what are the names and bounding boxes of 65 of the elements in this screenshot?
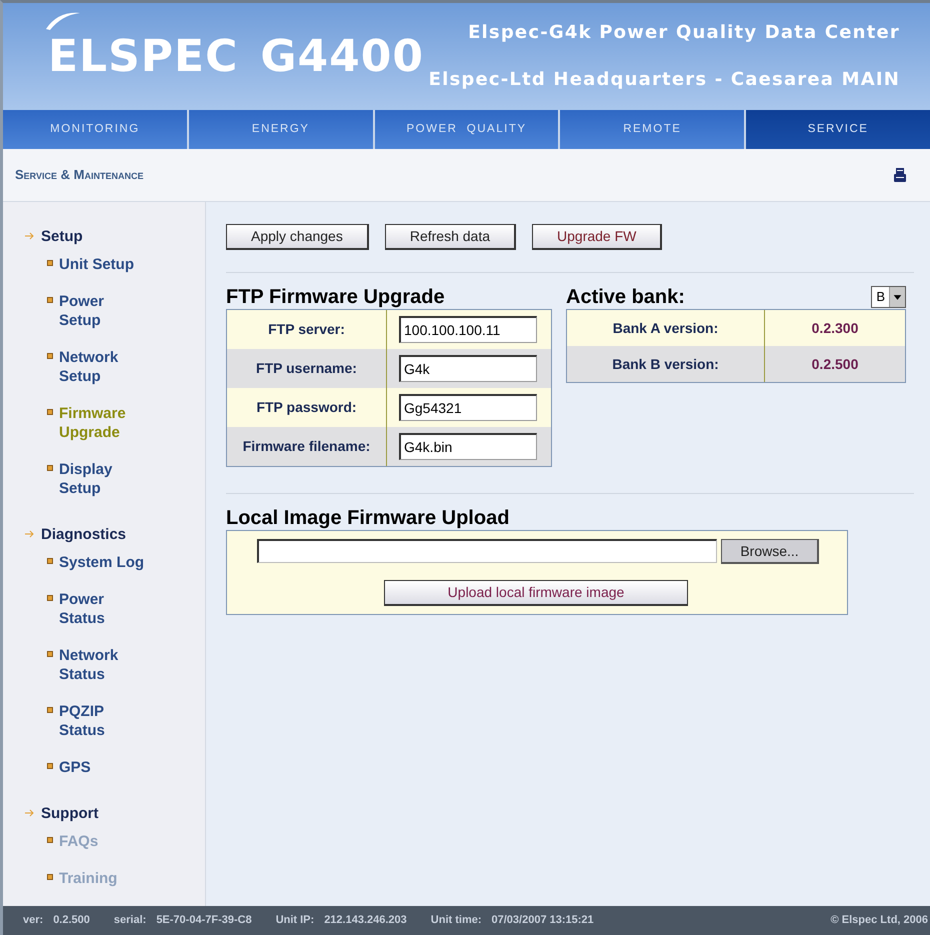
status-label: ver: bbox=[23, 914, 44, 926]
bullet-icon bbox=[47, 836, 53, 843]
sidebar-group[interactable]: Diagnostics bbox=[41, 526, 126, 543]
action-button[interactable]: Apply changes bbox=[226, 224, 369, 250]
bullet-icon bbox=[47, 706, 53, 713]
app-title: Elspec-G4k Power Quality Data Center bbox=[468, 22, 900, 44]
sidebar-item[interactable]: System Log bbox=[59, 552, 147, 572]
bullet-icon bbox=[47, 594, 53, 601]
sidebar-item[interactable]: Power Status bbox=[59, 590, 147, 628]
bullet-icon bbox=[47, 352, 53, 359]
bullet-icon bbox=[47, 558, 53, 564]
status-label: Unit time: bbox=[430, 914, 482, 926]
arrow-icon bbox=[25, 809, 35, 818]
upload-heading: Local Image Firmware Upload bbox=[226, 506, 510, 530]
bullet-icon bbox=[47, 408, 53, 415]
browse-button[interactable]: Browse... bbox=[721, 538, 819, 564]
upload-button[interactable]: Upload local firmware image bbox=[384, 580, 688, 606]
sidebar-item[interactable]: Network Setup bbox=[59, 348, 147, 386]
nav-tab[interactable]: ENERGY bbox=[188, 110, 375, 148]
status-value: 07/03/2007 13:15:21 bbox=[492, 914, 594, 926]
site-name: Elspec-Ltd Headquarters - Caesarea MAIN bbox=[428, 69, 900, 90]
input-field[interactable]: Gg54321 bbox=[399, 394, 537, 421]
bank-select[interactable]: B bbox=[871, 286, 906, 308]
sidebar-item[interactable]: PQZIP Status bbox=[59, 702, 147, 740]
version-value: 0.2.500 bbox=[810, 354, 860, 374]
sidebar-item[interactable]: Power Setup bbox=[59, 292, 147, 330]
copyright: © Elspec Ltd, 2006 bbox=[830, 914, 929, 926]
version-value: 0.2.300 bbox=[810, 318, 860, 338]
sidebar-group[interactable]: Support bbox=[41, 804, 98, 822]
status-value: 0.2.500 bbox=[53, 914, 90, 926]
bullet-icon bbox=[47, 650, 53, 657]
section-title: Service & Maintenance bbox=[15, 167, 144, 182]
bullet-icon bbox=[47, 874, 53, 880]
action-button[interactable]: Refresh data bbox=[384, 224, 516, 250]
nav-tab[interactable]: SERVICE bbox=[746, 110, 930, 148]
input-field[interactable]: G4k.bin bbox=[399, 432, 537, 460]
status-label: serial: bbox=[114, 914, 146, 926]
ftp-heading: FTP Firmware Upgrade bbox=[226, 284, 446, 309]
status-value: 5E-70-04-7F-39-C8 bbox=[156, 914, 252, 926]
sidebar-item[interactable]: GPS bbox=[59, 758, 147, 777]
action-button[interactable]: Upgrade FW bbox=[532, 224, 662, 250]
nav-tab[interactable]: MONITORING bbox=[3, 110, 189, 148]
status-value: 212.143.246.203 bbox=[324, 914, 407, 926]
input-field[interactable]: G4k bbox=[399, 354, 537, 382]
input-field[interactable]: 100.100.100.11 bbox=[399, 316, 537, 343]
bank-heading: Active bank: bbox=[566, 284, 685, 309]
sidebar-group[interactable]: Setup bbox=[41, 228, 83, 245]
sidebar-item[interactable]: Network Status bbox=[59, 646, 147, 684]
field-label: Bank B version: bbox=[567, 346, 765, 382]
sidebar-item[interactable]: Unit Setup bbox=[59, 254, 147, 274]
bullet-icon bbox=[47, 260, 53, 266]
nav-tab[interactable]: POWER QUALITY bbox=[374, 110, 560, 148]
arrow-icon bbox=[25, 530, 35, 538]
file-field[interactable] bbox=[257, 538, 717, 563]
arrow-icon bbox=[25, 232, 35, 240]
nav-tab[interactable]: REMOTE bbox=[560, 110, 746, 148]
bullet-icon bbox=[47, 464, 53, 471]
bullet-icon bbox=[47, 296, 53, 303]
model-name: G4400 bbox=[260, 30, 424, 82]
status-label: Unit IP: bbox=[276, 914, 314, 926]
sidebar-item[interactable]: Display Setup bbox=[59, 460, 147, 498]
print-icon[interactable] bbox=[894, 168, 906, 182]
field-label: Firmware filename: bbox=[227, 426, 387, 466]
logo: ELSPEC bbox=[48, 30, 238, 82]
bullet-icon bbox=[47, 762, 53, 769]
